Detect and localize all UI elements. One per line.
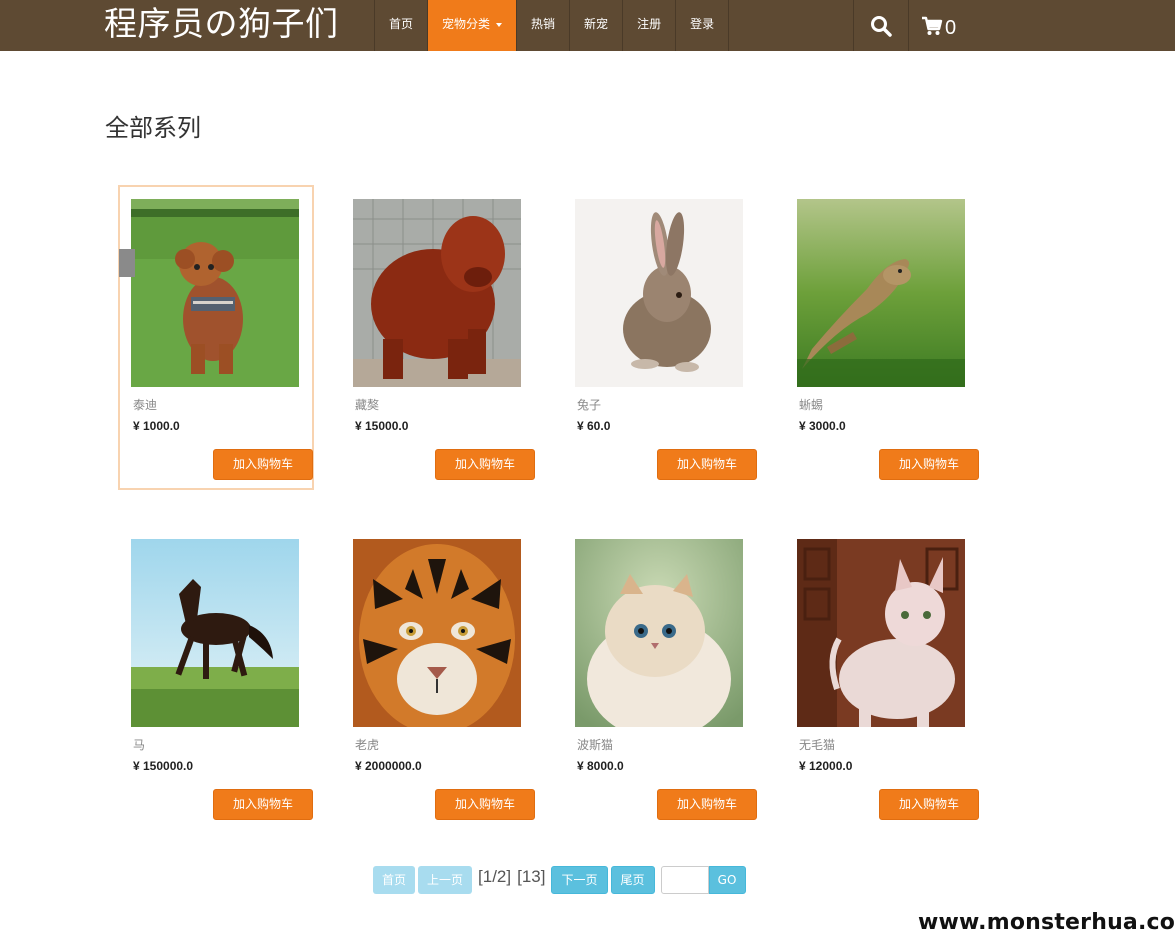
nav-login[interactable]: 登录 <box>676 0 730 51</box>
product-card: 泰迪 ¥ 1000.0 加入购物车 <box>118 185 314 490</box>
product-name: 蜥蜴 <box>799 398 824 412</box>
add-to-cart-button[interactable]: 加入购物车 <box>213 789 313 820</box>
total-count: [13] <box>517 867 546 886</box>
main-nav: 首页 宠物分类 热销 新宠 注册 登录 <box>374 0 730 51</box>
product-card: 波斯猫 ¥ 8000.0 加入购物车 <box>563 527 759 832</box>
nav-new[interactable]: 新宠 <box>570 0 624 51</box>
first-page-button[interactable]: 首页 <box>373 866 416 894</box>
page-info: [1/2] <box>478 867 512 886</box>
product-price: ¥ 12000.0 <box>799 759 853 773</box>
nav-hot[interactable]: 热销 <box>517 0 571 51</box>
page-number-input[interactable] <box>660 866 709 894</box>
product-image-teddy-dog[interactable] <box>131 199 299 387</box>
product-price: ¥ 150000.0 <box>133 759 194 773</box>
next-page-button[interactable]: 下一页 <box>551 866 608 894</box>
product-image-horse[interactable] <box>131 539 299 727</box>
product-card: 马 ¥ 150000.0 加入购物车 <box>119 527 315 832</box>
brand-logo[interactable]: 程序员の狗子们 <box>104 2 339 48</box>
watermark: www.monsterhua.com <box>916 906 1175 940</box>
product-name: 无毛猫 <box>799 738 836 752</box>
cart-count: 0 <box>945 17 957 39</box>
product-image-sphynx-cat[interactable] <box>797 539 965 727</box>
product-name: 波斯猫 <box>577 738 614 752</box>
product-price: ¥ 8000.0 <box>577 759 624 773</box>
page-title: 全部系列 <box>105 114 201 142</box>
product-card: 蜥蜴 ¥ 3000.0 加入购物车 <box>785 187 981 492</box>
product-name: 泰迪 <box>133 398 158 412</box>
product-card: 无毛猫 ¥ 12000.0 加入购物车 <box>785 527 981 832</box>
slide-handle[interactable] <box>119 249 135 277</box>
prev-page-button[interactable]: 上一页 <box>418 866 473 894</box>
cart-button[interactable]: 0 <box>909 0 956 51</box>
product-image-lizard[interactable] <box>797 199 965 387</box>
top-navbar: 程序员の狗子们 首页 宠物分类 热销 新宠 注册 登录 0 <box>0 0 1175 51</box>
product-name: 兔子 <box>577 398 602 412</box>
search-button[interactable] <box>854 0 909 51</box>
add-to-cart-button[interactable]: 加入购物车 <box>879 449 979 480</box>
product-name: 藏獒 <box>355 398 380 412</box>
add-to-cart-button[interactable]: 加入购物车 <box>435 789 535 820</box>
product-image-tiger[interactable] <box>353 539 521 727</box>
caret-down-icon <box>496 22 503 27</box>
product-card: 兔子 ¥ 60.0 加入购物车 <box>563 187 759 492</box>
product-image-tibetan-mastiff[interactable] <box>353 199 521 387</box>
product-price: ¥ 60.0 <box>577 419 611 433</box>
add-to-cart-button[interactable]: 加入购物车 <box>879 789 979 820</box>
add-to-cart-button[interactable]: 加入购物车 <box>435 449 535 480</box>
product-name: 老虎 <box>355 738 380 752</box>
go-button[interactable]: GO <box>708 866 746 894</box>
product-price: ¥ 15000.0 <box>355 419 409 433</box>
add-to-cart-button[interactable]: 加入购物车 <box>657 789 757 820</box>
nav-right: 0 <box>853 0 956 51</box>
product-price: ¥ 3000.0 <box>799 419 846 433</box>
add-to-cart-button[interactable]: 加入购物车 <box>657 449 757 480</box>
product-card: 藏獒 ¥ 15000.0 加入购物车 <box>341 187 537 492</box>
product-name: 马 <box>133 738 146 752</box>
product-image-rabbit[interactable] <box>575 199 743 387</box>
product-price: ¥ 1000.0 <box>133 419 180 433</box>
last-page-button[interactable]: 尾页 <box>610 866 655 894</box>
nav-home[interactable]: 首页 <box>375 0 429 51</box>
nav-pet-category[interactable]: 宠物分类 <box>428 0 518 51</box>
nav-pet-category-label: 宠物分类 <box>442 17 491 31</box>
search-icon <box>871 15 892 37</box>
product-image-persian-cat[interactable] <box>575 539 743 727</box>
pagination: 首页 上一页 [1/2] [13] 下一页 尾页 GO <box>373 866 746 894</box>
nav-register[interactable]: 注册 <box>623 0 677 51</box>
product-price: ¥ 2000000.0 <box>355 759 422 773</box>
product-card: 老虎 ¥ 2000000.0 加入购物车 <box>341 527 537 832</box>
cart-icon <box>922 16 943 35</box>
add-to-cart-button[interactable]: 加入购物车 <box>213 449 313 480</box>
